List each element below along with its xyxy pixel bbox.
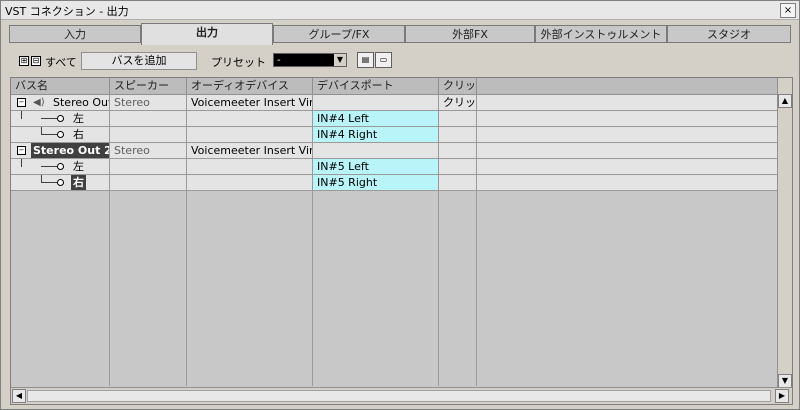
bus-name: Stereo Out (53, 96, 110, 109)
store-preset-icon[interactable]: ▤ (357, 52, 374, 68)
audio-device-cell[interactable] (187, 159, 313, 174)
bus-name-cell[interactable]: − ◀) Stereo Out (11, 95, 110, 110)
connector-dot-icon (57, 115, 64, 122)
speaker-cell[interactable] (110, 159, 187, 174)
speaker-cell[interactable]: Stereo (110, 143, 187, 158)
col-speaker[interactable]: スピーカー (110, 78, 187, 94)
speaker-icon: ◀) (33, 97, 45, 108)
vertical-scrollbar[interactable]: ▲ ▼ (777, 78, 792, 388)
collapse-icon[interactable]: − (17, 98, 26, 107)
collapse-icon[interactable]: − (17, 146, 26, 155)
device-port-cell[interactable]: IN#5 Left (313, 159, 439, 174)
device-port-cell[interactable]: IN#5 Right (313, 175, 439, 190)
connector-dot-icon (57, 163, 64, 170)
audio-device-cell[interactable] (187, 127, 313, 142)
channel-name-selected: 右 (71, 175, 86, 190)
close-button[interactable]: × (780, 3, 796, 18)
remove-preset-icon[interactable]: ▭ (375, 52, 392, 68)
speaker-cell[interactable] (110, 127, 187, 142)
speaker-cell[interactable]: Stereo (110, 95, 187, 110)
device-port-cell[interactable]: IN#4 Right (313, 127, 439, 142)
table-row[interactable]: − Stereo Out 2 Stereo Voicemeeter Insert… (11, 143, 777, 159)
speaker-cell[interactable] (110, 111, 187, 126)
speaker-cell[interactable] (110, 175, 187, 190)
audio-device-cell[interactable]: Voicemeeter Insert Virtua (187, 95, 313, 110)
channel-name: 左 (73, 160, 84, 173)
toolbar: ⊞ ⊟ すべて バスを追加 プリセット - ▼ ▤ ▭ (9, 51, 791, 73)
window-title: VST コネクション - 出力 (5, 5, 129, 18)
col-empty (477, 78, 777, 94)
bus-name-cell[interactable]: − Stereo Out 2 (11, 143, 110, 158)
col-bus-name[interactable]: バス名 (11, 78, 110, 94)
click-cell[interactable] (439, 127, 477, 142)
col-device-port[interactable]: デバイスポート (313, 78, 439, 94)
chevron-down-icon[interactable]: ▼ (334, 54, 346, 66)
channel-name-cell[interactable]: 左 (11, 159, 110, 174)
table-row[interactable]: 右 IN#4 Right (11, 127, 777, 143)
scroll-up-icon[interactable]: ▲ (778, 94, 792, 108)
preset-label: プリセット (211, 56, 266, 69)
audio-device-cell[interactable] (187, 175, 313, 190)
connector-dot-icon (57, 131, 64, 138)
device-port-cell[interactable]: IN#4 Left (313, 111, 439, 126)
bus-table: バス名 スピーカー オーディオデバイス デバイスポート クリッ − ◀) Ste… (10, 77, 793, 405)
channel-name-cell[interactable]: 右 (11, 127, 110, 142)
channel-name: 左 (73, 112, 84, 125)
scroll-right-icon[interactable]: ▶ (775, 389, 789, 403)
scroll-down-icon[interactable]: ▼ (778, 374, 792, 388)
collapse-all-icon[interactable]: ⊟ (31, 56, 41, 66)
device-port-cell[interactable] (313, 95, 439, 110)
tab-bar: 入力 出力 グループ/FX 外部FX 外部インストゥルメント スタジオ (9, 23, 791, 45)
channel-name-cell[interactable]: 左 (11, 111, 110, 126)
click-cell[interactable] (439, 143, 477, 158)
col-audio-device[interactable]: オーディオデバイス (187, 78, 313, 94)
tab-input[interactable]: 入力 (9, 25, 141, 43)
col-click[interactable]: クリッ (439, 78, 477, 94)
click-cell[interactable]: クリッ (439, 95, 477, 110)
tab-output[interactable]: 出力 (141, 23, 273, 45)
channel-name-cell[interactable]: 右 (11, 175, 110, 190)
audio-device-cell[interactable]: Voicemeeter Insert Virtua (187, 143, 313, 158)
audio-device-cell[interactable] (187, 111, 313, 126)
vst-connections-window: VST コネクション - 出力 × 入力 出力 グループ/FX 外部FX 外部イ… (0, 0, 800, 410)
table-row[interactable]: 左 IN#4 Left (11, 111, 777, 127)
click-cell[interactable] (439, 111, 477, 126)
title-bar[interactable]: VST コネクション - 出力 × (1, 1, 799, 20)
tab-external-fx[interactable]: 外部FX (405, 25, 535, 43)
horizontal-scrollbar[interactable]: ◀ ▶ (11, 387, 792, 404)
tab-external-instrument[interactable]: 外部インストゥルメント (535, 25, 667, 43)
click-cell[interactable] (439, 175, 477, 190)
channel-name: 右 (73, 128, 84, 141)
table-row[interactable]: 右 IN#5 Right (11, 175, 777, 191)
bus-name-selected: Stereo Out 2 (31, 143, 109, 158)
table-row[interactable]: 左 IN#5 Left (11, 159, 777, 175)
add-bus-button[interactable]: バスを追加 (81, 52, 197, 70)
tree-line (21, 111, 22, 119)
preset-select[interactable]: - ▼ (273, 53, 347, 67)
scroll-left-icon[interactable]: ◀ (12, 389, 26, 403)
device-port-cell[interactable] (313, 143, 439, 158)
tab-studio[interactable]: スタジオ (667, 25, 791, 43)
preset-value: - (277, 55, 281, 66)
table-header: バス名 スピーカー オーディオデバイス デバイスポート クリッ (11, 78, 777, 95)
tab-group-fx[interactable]: グループ/FX (273, 25, 405, 43)
table-row[interactable]: − ◀) Stereo Out Stereo Voicemeeter Inser… (11, 95, 777, 111)
tree-line (21, 159, 22, 167)
all-label: すべて (45, 56, 77, 69)
connector-dot-icon (57, 179, 64, 186)
click-cell[interactable] (439, 159, 477, 174)
expand-all-icon[interactable]: ⊞ (19, 56, 29, 66)
horizontal-scroll-thumb[interactable] (27, 390, 771, 402)
